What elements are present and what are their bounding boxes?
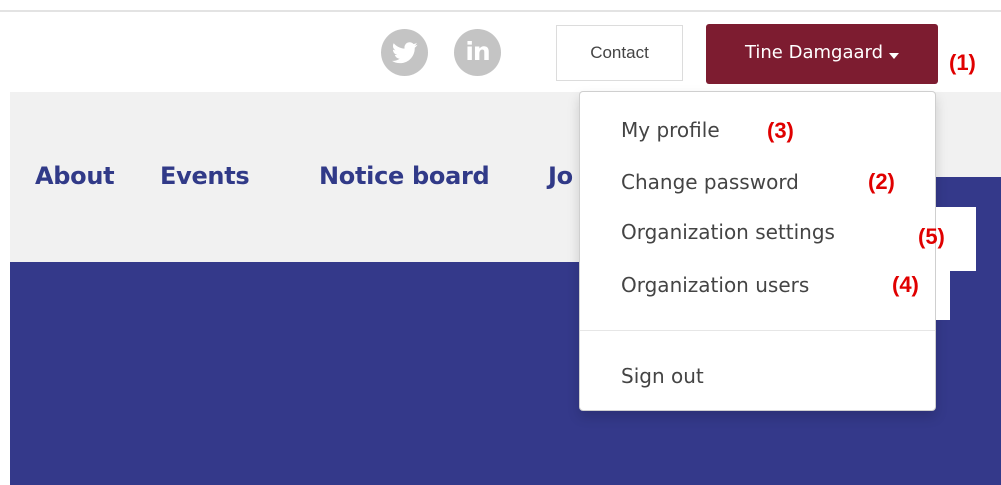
user-menu-button[interactable]: Tine Damgaard (706, 24, 938, 84)
nav-item-notice-board[interactable]: Notice board (319, 162, 490, 190)
twitter-bird-glyph (391, 41, 418, 63)
nav-item-about[interactable]: About (35, 162, 115, 190)
nav-item-events[interactable]: Events (160, 162, 250, 190)
annotation-1: (1) (949, 50, 976, 75)
top-divider (0, 10, 1001, 12)
twitter-icon[interactable] (381, 29, 428, 76)
menu-item-organization-settings[interactable]: Organization settings (621, 220, 835, 244)
menu-divider (580, 330, 935, 331)
menu-item-organization-users[interactable]: Organization users (621, 273, 809, 297)
annotation-4: (4) (892, 272, 919, 297)
linkedin-glyph: in (465, 37, 490, 66)
menu-item-my-profile[interactable]: My profile (621, 118, 720, 142)
user-name-label: Tine Damgaard (744, 41, 884, 63)
user-dropdown-menu: My profile Change password Organization … (579, 91, 936, 411)
menu-item-sign-out[interactable]: Sign out (621, 364, 704, 388)
menu-item-change-password[interactable]: Change password (621, 170, 799, 194)
contact-button[interactable]: Contact (556, 25, 683, 81)
annotation-backdrop (936, 262, 950, 320)
annotation-5: (5) (918, 224, 945, 249)
annotation-2: (2) (868, 169, 895, 194)
nav-item-jobs[interactable]: Jo (548, 162, 573, 190)
linkedin-icon[interactable]: in (454, 29, 501, 76)
annotation-3: (3) (767, 118, 794, 143)
caret-down-icon (889, 53, 900, 59)
